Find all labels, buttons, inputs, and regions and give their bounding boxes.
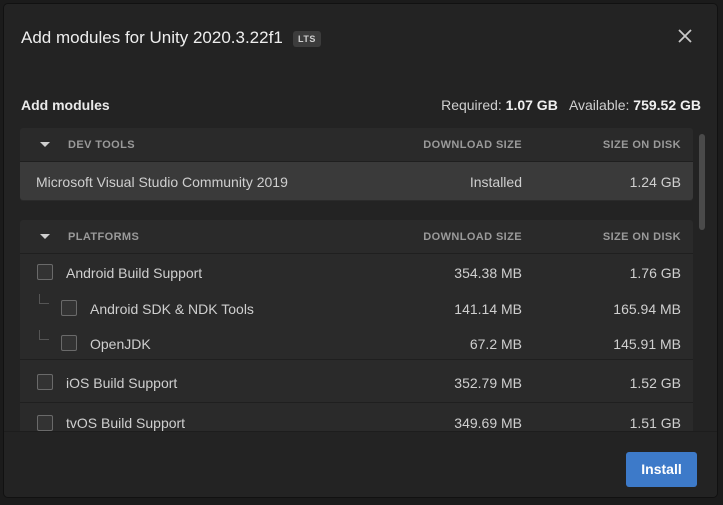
dev-tools-header[interactable]: DEV TOOLS DOWNLOAD SIZE SIZE ON DISK	[20, 128, 693, 162]
module-disk-size: 1.52 GB	[629, 375, 681, 391]
module-disk-size: 165.94 MB	[613, 301, 681, 317]
dialog-footer: Install	[4, 431, 717, 497]
module-download-size: 352.79 MB	[454, 375, 522, 391]
required-label: Required:	[441, 97, 502, 113]
collapse-caret-icon[interactable]	[40, 234, 50, 239]
module-disk-size: 1.51 GB	[629, 415, 681, 431]
module-disk-size: 1.76 GB	[629, 265, 681, 281]
module-disk-size: 145.91 MB	[613, 336, 681, 352]
dev-tools-title: DEV TOOLS	[68, 139, 135, 151]
collapse-caret-icon[interactable]	[40, 142, 50, 147]
dev-tools-panel: DEV TOOLS DOWNLOAD SIZE SIZE ON DISK Mic…	[20, 128, 693, 201]
module-row-android-sdk-ndk[interactable]: Android SDK & NDK Tools 141.14 MB 165.94…	[20, 290, 693, 326]
module-checkbox[interactable]	[37, 374, 53, 390]
col-download-size: DOWNLOAD SIZE	[423, 139, 522, 151]
modules-list[interactable]: DEV TOOLS DOWNLOAD SIZE SIZE ON DISK Mic…	[20, 128, 693, 431]
required-value: 1.07 GB	[505, 97, 558, 113]
module-name: tvOS Build Support	[66, 415, 186, 431]
col-size-on-disk: SIZE ON DISK	[602, 139, 681, 151]
platforms-title: PLATFORMS	[68, 231, 140, 243]
module-download-size: 141.14 MB	[454, 301, 522, 317]
module-name: iOS Build Support	[66, 375, 178, 391]
space-summary: Required: 1.07 GB Available: 759.52 GB	[441, 97, 701, 113]
platforms-panel: PLATFORMS DOWNLOAD SIZE SIZE ON DISK And…	[20, 220, 693, 431]
module-download-size: 67.2 MB	[469, 336, 522, 352]
scrollbar-thumb[interactable]	[699, 134, 705, 230]
module-name: Microsoft Visual Studio Community 2019	[36, 174, 288, 190]
close-icon	[678, 29, 692, 43]
module-download-size: 354.38 MB	[454, 265, 522, 281]
close-button[interactable]	[675, 26, 695, 46]
add-modules-dialog: Add modules for Unity 2020.3.22f1 LTS Ad…	[3, 3, 718, 498]
dialog-title: Add modules for Unity 2020.3.22f1	[21, 28, 283, 47]
module-row-ios[interactable]: iOS Build Support 352.79 MB 1.52 GB	[20, 359, 693, 402]
module-checkbox[interactable]	[61, 335, 77, 351]
module-checkbox[interactable]	[37, 415, 53, 431]
module-download-size: 349.69 MB	[454, 415, 522, 431]
tree-branch-icon	[39, 330, 49, 340]
install-button[interactable]: Install	[626, 452, 697, 487]
col-size-on-disk: SIZE ON DISK	[602, 231, 681, 243]
available-value: 759.52 GB	[633, 97, 701, 113]
module-disk-size: 1.24 GB	[629, 174, 681, 190]
tree-branch-icon	[39, 294, 49, 304]
platforms-header[interactable]: PLATFORMS DOWNLOAD SIZE SIZE ON DISK	[20, 220, 693, 254]
available-label: Available:	[568, 97, 630, 113]
module-row-android[interactable]: Android Build Support 354.38 MB 1.76 GB	[20, 254, 693, 290]
module-checkbox[interactable]	[61, 300, 77, 316]
col-download-size: DOWNLOAD SIZE	[423, 231, 522, 243]
module-name: Android Build Support	[66, 265, 203, 281]
module-row-tvos[interactable]: tvOS Build Support 349.69 MB 1.51 GB	[20, 402, 693, 431]
module-name: Android SDK & NDK Tools	[90, 301, 254, 317]
module-row-openjdk[interactable]: OpenJDK 67.2 MB 145.91 MB	[20, 326, 693, 359]
module-row-visual-studio: Microsoft Visual Studio Community 2019 I…	[20, 162, 693, 200]
module-download-size: Installed	[469, 174, 522, 190]
module-name: OpenJDK	[90, 336, 151, 352]
module-checkbox[interactable]	[37, 264, 53, 280]
dialog-header: Add modules for Unity 2020.3.22f1 LTS	[4, 4, 717, 72]
lts-badge: LTS	[293, 31, 321, 47]
section-title: Add modules	[21, 97, 110, 113]
